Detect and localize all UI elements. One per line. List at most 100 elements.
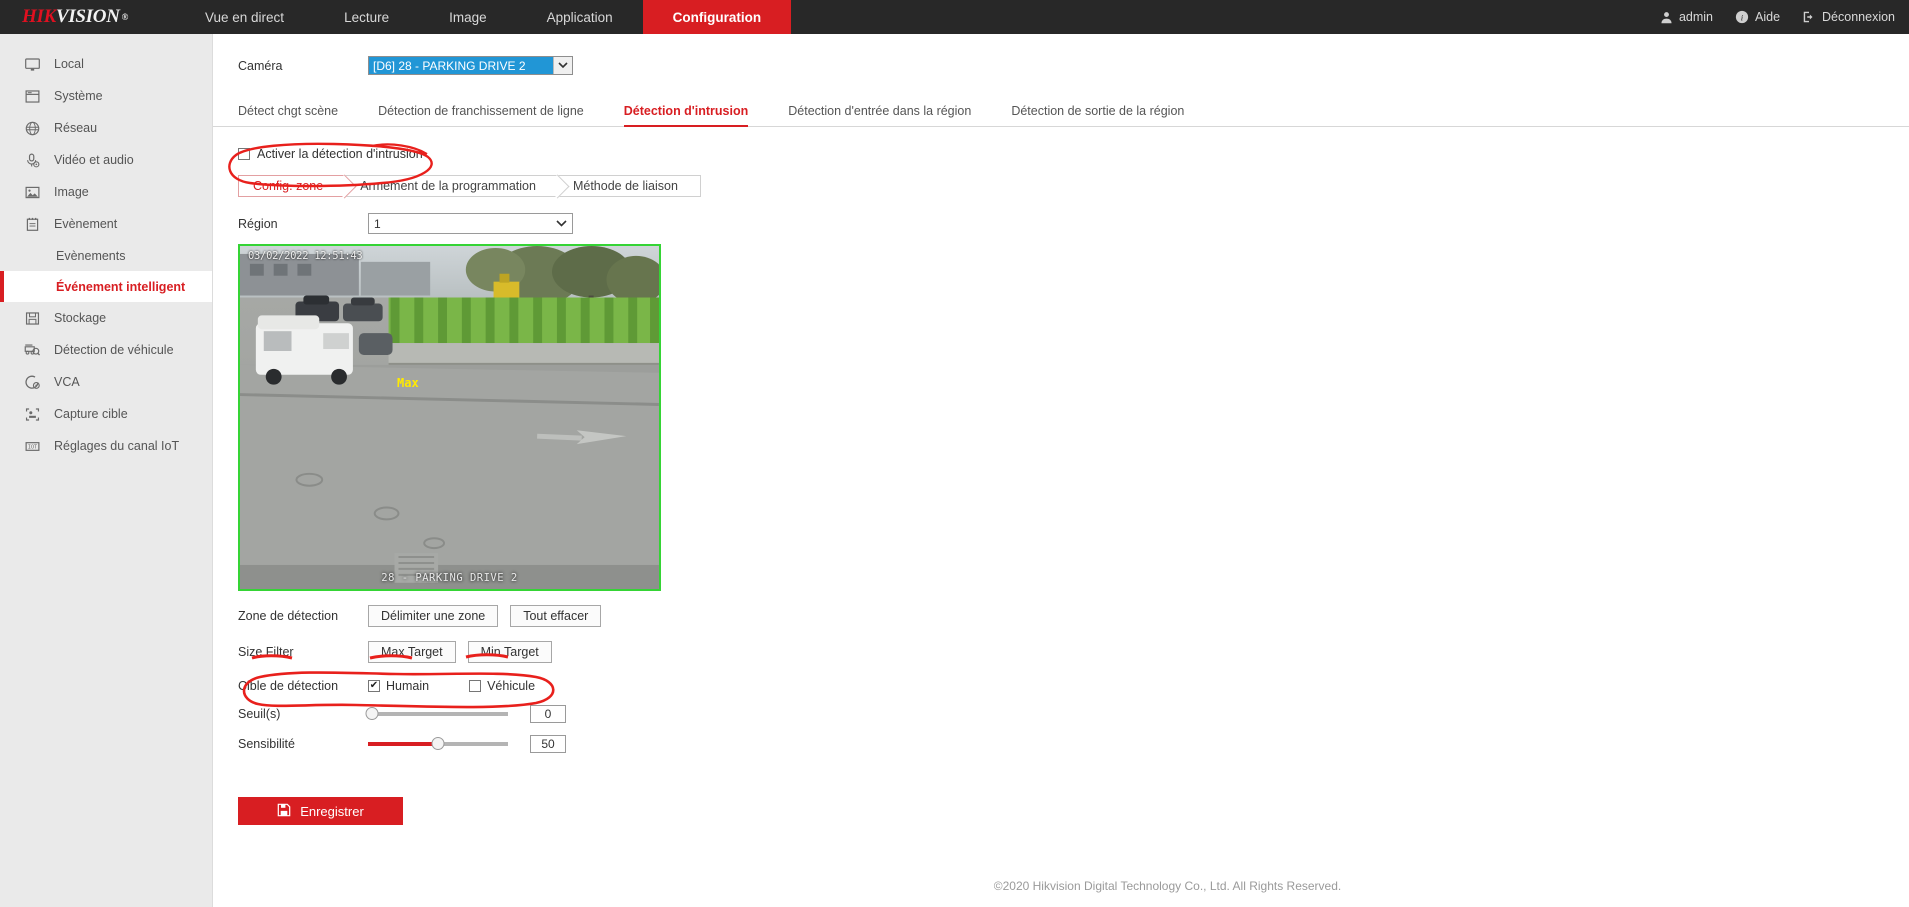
hikvision-logo: HIK VISION ® [0, 0, 175, 34]
sidebar-item-video-audio[interactable]: Vidéo et audio [0, 144, 212, 176]
clear-all-button[interactable]: Tout effacer [510, 605, 602, 627]
help-button[interactable]: i Aide [1735, 10, 1780, 24]
detection-target-row: Cible de détection Humain Véhicule [238, 679, 1909, 693]
sidebar-item-label: Capture cible [54, 407, 128, 421]
size-filter-row: Size Filter Max Target Min Target [238, 641, 1909, 663]
svg-text:IOT: IOT [27, 444, 36, 450]
sidebar-item-label: Vidéo et audio [54, 153, 134, 167]
sidebar: Local Système Réseau Vidéo et audio Imag [0, 34, 213, 907]
sidebar-item-vehicle-detection[interactable]: Détection de véhicule [0, 334, 212, 366]
camera-select[interactable]: [D6] 28 - PARKING DRIVE 2 [368, 56, 573, 75]
logo-hik-text: HIK [22, 6, 56, 27]
target-vehicle-checkbox[interactable] [469, 680, 482, 692]
detection-zone-label: Zone de détection [238, 609, 339, 623]
sidebar-item-local[interactable]: Local [0, 48, 212, 80]
threshold-row: Seuil(s) 0 [238, 705, 1909, 723]
top-bar: HIK VISION ® Vue en direct Lecture Image A… [0, 0, 1909, 34]
main-navigation: Vue en direct Lecture Image Application … [175, 0, 792, 34]
video-channel-overlay: 28 - PARKING DRIVE 2 [381, 572, 518, 584]
tab-scene-change-detection[interactable]: Détect chgt scène [238, 104, 358, 126]
sidebar-item-iot-channel[interactable]: IOT Réglages du canal IoT [0, 430, 212, 462]
nav-item-playback[interactable]: Lecture [314, 0, 419, 34]
sidebar-item-smart-event[interactable]: Événement intelligent [0, 271, 212, 302]
sensitivity-slider-knob[interactable] [431, 737, 445, 750]
footer-copyright: ©2020 Hikvision Digital Technology Co., … [993, 879, 1342, 893]
region-row: Région 1 [238, 213, 1909, 234]
help-label: Aide [1755, 10, 1781, 24]
draw-area-button[interactable]: Délimiter une zone [368, 605, 499, 627]
threshold-slider[interactable] [365, 707, 508, 720]
sidebar-item-system[interactable]: Système [0, 80, 212, 112]
sidebar-item-label: VCA [54, 375, 80, 389]
globe-icon [22, 118, 42, 138]
nav-item-picture[interactable]: Image [419, 0, 517, 34]
save-button-label: Enregistrer [300, 803, 364, 819]
sidebar-item-events[interactable]: Evènements [0, 240, 212, 271]
sidebar-item-image[interactable]: Image [0, 176, 212, 208]
sensitivity-slider-fill [368, 742, 438, 746]
target-vehicle-option[interactable]: Véhicule [469, 679, 535, 693]
content-area: Caméra [D6] 28 - PARKING DRIVE 2 Détect … [213, 34, 1909, 907]
tab-intrusion-detection[interactable]: Détection d'intrusion [604, 104, 769, 127]
sidebar-item-label: Système [54, 89, 103, 103]
video-preview[interactable]: 03/02/2022 12:51:43 Max 28 - PARKING DRI… [238, 244, 661, 591]
threshold-label: Seuil(s) [238, 707, 281, 721]
video-max-target-label: Max [397, 376, 419, 390]
target-capture-icon [22, 404, 42, 424]
sidebar-item-label: Local [54, 57, 84, 71]
threshold-slider-knob[interactable] [365, 707, 379, 720]
camera-label: Caméra [238, 58, 283, 73]
tab-region-exiting-detection[interactable]: Détection de sortie de la région [991, 104, 1204, 126]
min-target-button[interactable]: Min Target [467, 641, 552, 663]
video-frame-image [240, 246, 659, 589]
detection-tabs: Détect chgt scène Détection de franchiss… [213, 97, 1909, 127]
chevron-down-icon [550, 214, 572, 233]
microphone-icon [22, 150, 42, 170]
subtab-linkage-method[interactable]: Méthode de liaison [557, 175, 701, 197]
sensitivity-slider[interactable] [368, 737, 508, 750]
nav-item-live-view[interactable]: Vue en direct [175, 0, 314, 34]
max-target-button[interactable]: Max Target [368, 641, 456, 663]
user-icon [1660, 11, 1673, 24]
info-icon: i [1735, 10, 1749, 24]
subtab-zone-config[interactable]: Config. zone [238, 175, 346, 197]
vehicle-search-icon [22, 340, 42, 360]
clipboard-icon [22, 214, 42, 234]
save-disk-icon [277, 803, 291, 820]
tab-line-crossing-detection[interactable]: Détection de franchissement de ligne [358, 104, 604, 126]
sensitivity-value[interactable]: 50 [530, 735, 566, 753]
logout-button[interactable]: Déconnexion [1802, 10, 1895, 24]
enable-intrusion-checkbox[interactable] [238, 148, 250, 160]
detection-zone-row: Zone de détection Délimiter une zone Tou… [238, 605, 1909, 627]
sidebar-item-vca[interactable]: VCA [0, 366, 212, 398]
camera-row: Caméra [D6] 28 - PARKING DRIVE 2 [213, 34, 1909, 75]
logo-registered-mark: ® [121, 12, 129, 22]
user-name-label: admin [1678, 10, 1713, 24]
target-human-label: Humain [386, 679, 430, 693]
logout-icon [1802, 10, 1816, 24]
nav-item-configuration[interactable]: Configuration [642, 0, 792, 34]
sensitivity-row: Sensibilité 50 [238, 735, 1909, 753]
region-select-value: 1 [374, 216, 381, 231]
enable-intrusion-row: Activer la détection d'intrusion [238, 147, 1909, 161]
sidebar-item-network[interactable]: Réseau [0, 112, 212, 144]
detection-target-label: Cible de détection [238, 679, 339, 693]
sensitivity-label: Sensibilité [238, 737, 295, 751]
sidebar-item-storage[interactable]: Stockage [0, 302, 212, 334]
threshold-value[interactable]: 0 [530, 705, 566, 723]
window-icon [22, 86, 42, 106]
target-human-checkbox[interactable] [368, 680, 380, 692]
config-subtabs: Config. zone Armement de la programmatio… [238, 175, 1909, 197]
nav-item-application[interactable]: Application [517, 0, 643, 34]
iot-icon: IOT [22, 436, 42, 456]
target-human-option[interactable]: Humain [368, 679, 429, 693]
tab-region-entrance-detection[interactable]: Détection d'entrée dans la région [768, 104, 991, 126]
sidebar-item-target-capture[interactable]: Capture cible [0, 398, 212, 430]
camera-select-value: [D6] 28 - PARKING DRIVE 2 [369, 57, 553, 74]
region-select[interactable]: 1 [368, 213, 573, 234]
subtab-arming-schedule[interactable]: Armement de la programmation [345, 175, 558, 197]
sidebar-item-label: Stockage [54, 311, 107, 325]
save-button[interactable]: Enregistrer [238, 797, 403, 825]
sidebar-item-event[interactable]: Evènement [0, 208, 212, 240]
user-account-button[interactable]: admin [1660, 10, 1713, 24]
